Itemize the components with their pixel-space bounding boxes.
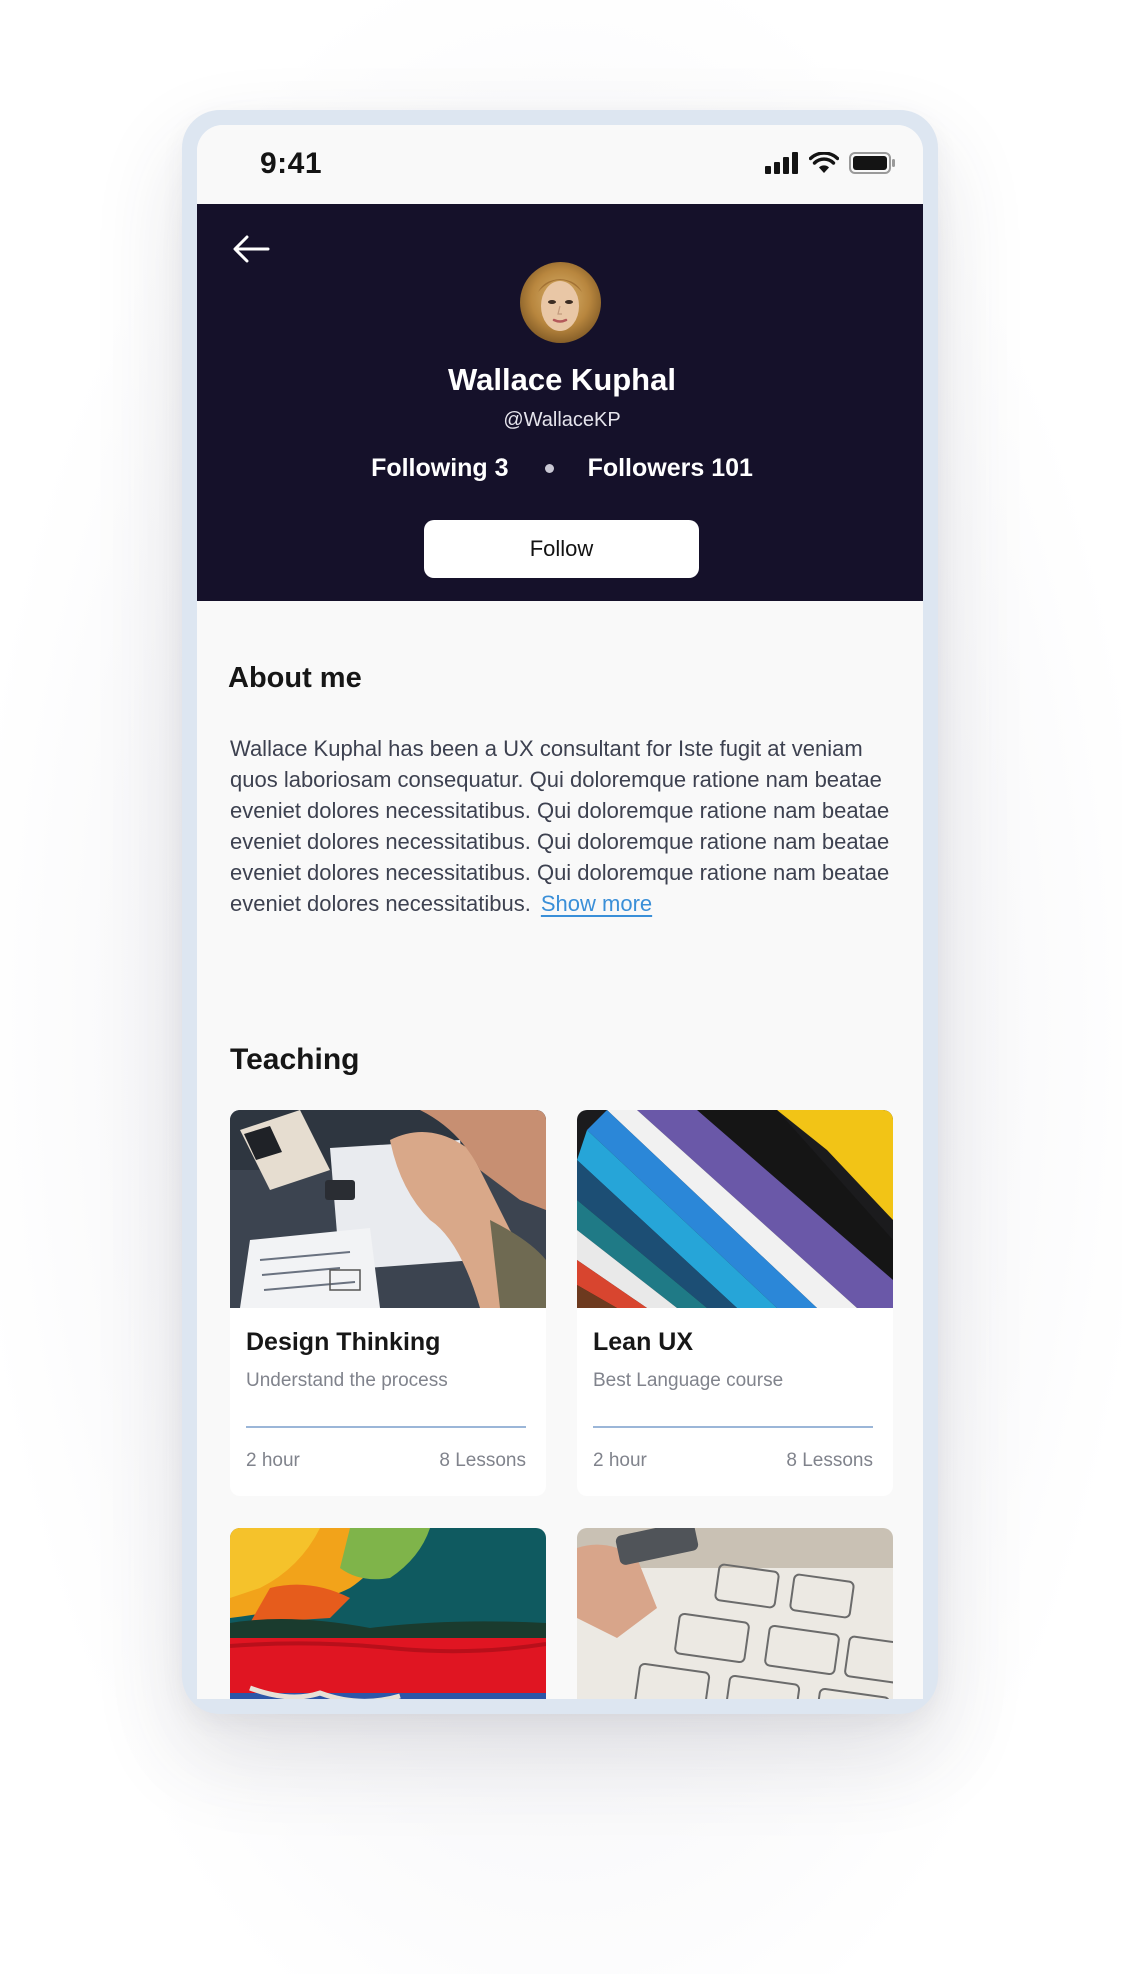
course-divider xyxy=(593,1426,873,1428)
avatar xyxy=(520,262,601,343)
back-arrow-icon[interactable] xyxy=(232,234,270,264)
teaching-title: Teaching xyxy=(230,1043,360,1076)
profile-stats: Following 3 Followers 101 xyxy=(197,454,923,483)
status-time: 9:41 xyxy=(260,147,323,180)
course-duration: 2 hour xyxy=(246,1450,300,1471)
course-image xyxy=(230,1110,546,1308)
status-bar: 9:41 xyxy=(197,125,923,204)
profile-name: Wallace Kuphal xyxy=(448,362,676,397)
course-divider xyxy=(246,1426,526,1428)
profile-handle: @WallaceKP xyxy=(503,409,621,431)
battery-icon xyxy=(849,152,895,174)
course-card-design-thinking[interactable]: Design Thinking Understand the process 2… xyxy=(230,1110,546,1496)
course-title: Design Thinking xyxy=(246,1328,441,1356)
stats-separator-dot xyxy=(544,464,554,473)
course-subtitle: Understand the process xyxy=(246,1370,448,1391)
wifi-icon xyxy=(809,152,839,173)
course-image xyxy=(230,1528,546,1699)
course-image xyxy=(577,1110,893,1308)
about-body-text: Wallace Kuphal has been a UX consultant … xyxy=(230,736,890,916)
course-card-wireframes[interactable] xyxy=(577,1528,893,1699)
following-count[interactable]: Following 3 xyxy=(371,454,509,483)
course-lessons: 8 Lessons xyxy=(786,1450,873,1471)
status-icons xyxy=(765,152,895,174)
course-image xyxy=(577,1528,893,1699)
about-title: About me xyxy=(228,662,362,694)
course-lessons: 8 Lessons xyxy=(439,1450,526,1471)
show-more-link[interactable]: Show more xyxy=(541,891,652,916)
course-subtitle: Best Language course xyxy=(593,1370,784,1391)
course-card-lean-ux[interactable]: Lean UX Best Language course 2 hour 8 Le… xyxy=(577,1110,893,1496)
follow-button[interactable]: Follow xyxy=(424,520,699,578)
course-card-painting[interactable] xyxy=(230,1528,546,1699)
profile-header: Wallace Kuphal @WallaceKP Following 3 Fo… xyxy=(197,204,923,601)
course-duration: 2 hour xyxy=(593,1450,647,1471)
screen: 9:41 Wallace Kuphal @WallaceKP Following… xyxy=(197,125,923,1699)
background: 9:41 Wallace Kuphal @WallaceKP Following… xyxy=(0,0,1122,1974)
signal-icon xyxy=(765,152,798,174)
phone-frame: 9:41 Wallace Kuphal @WallaceKP Following… xyxy=(182,110,938,1714)
about-text: Wallace Kuphal has been a UX consultant … xyxy=(230,733,900,919)
followers-count[interactable]: Followers 101 xyxy=(588,454,753,483)
course-title: Lean UX xyxy=(593,1328,694,1356)
